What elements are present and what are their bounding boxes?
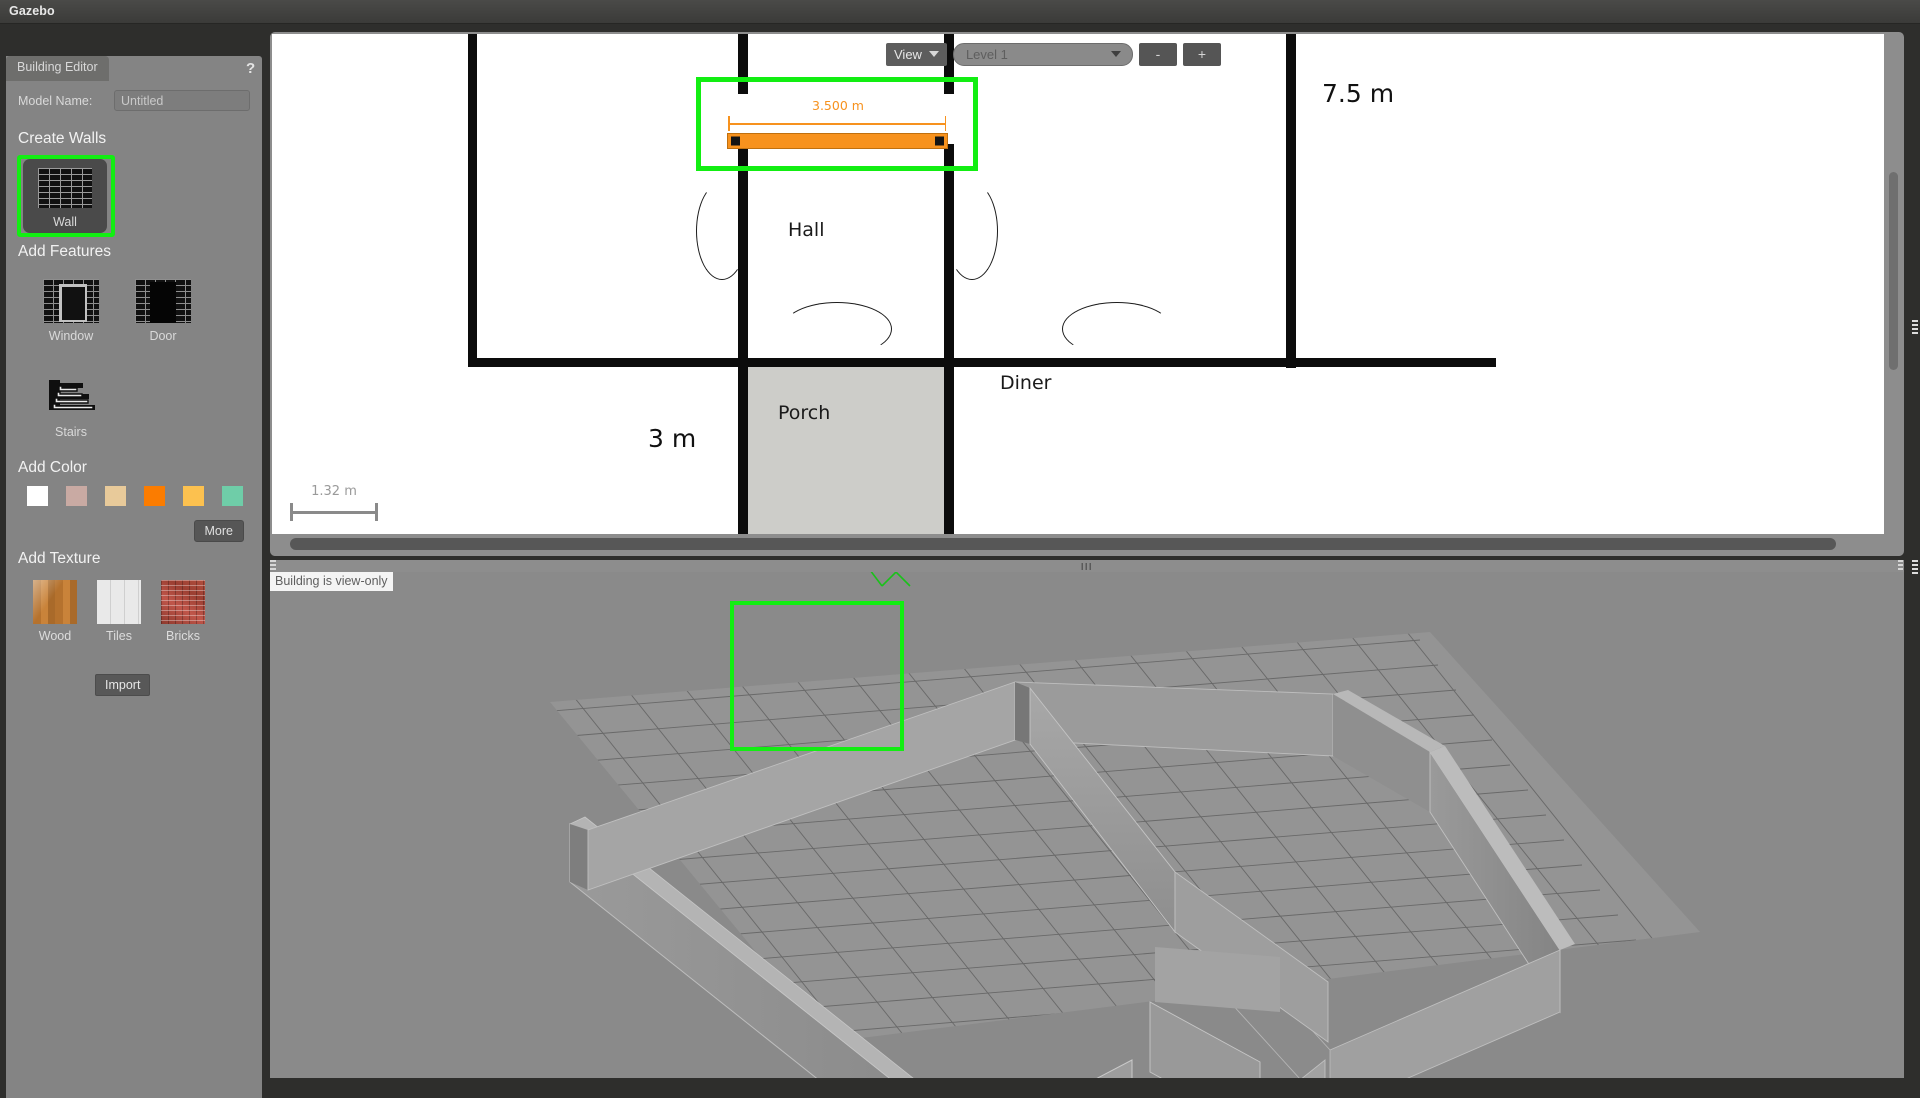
wall-segment[interactable] — [1286, 34, 1296, 368]
brick-wall-icon — [38, 168, 92, 208]
section-title-add-features: Add Features — [18, 243, 112, 260]
view-splitter-handle[interactable] — [270, 560, 1904, 574]
dimension-label-width: 3 m — [648, 424, 697, 453]
feature-door-button[interactable]: Door — [120, 279, 206, 355]
feature-window-label: Window — [48, 329, 94, 343]
stairs-icon — [43, 375, 99, 419]
scale-bar: 1.32 m — [290, 484, 378, 524]
help-icon[interactable]: ? — [246, 60, 255, 77]
color-swatch-amber[interactable] — [183, 486, 204, 506]
selected-wall-segment[interactable] — [727, 133, 948, 149]
more-colors-row: More — [6, 520, 262, 544]
scrollbar-thumb[interactable] — [1889, 172, 1898, 370]
stairs-icon-svg — [49, 380, 95, 410]
features-grid: Window Door Stairs — [6, 267, 262, 459]
room-label-diner: Diner — [1000, 372, 1052, 394]
left-panel: Building Editor ? Model Name: Create Wal… — [0, 24, 268, 1098]
view-menu-label: View — [894, 46, 922, 62]
view-menu-button[interactable]: View — [886, 42, 947, 66]
tab-building-editor[interactable]: Building Editor — [6, 56, 109, 81]
panel-content: Model Name: Create Walls Wall Add Featur… — [6, 79, 262, 700]
scrollbar-thumb[interactable] — [290, 538, 1836, 550]
floorplan-2d-view[interactable]: Hall Porch Diner 7.5 m 3 m 3.500 m 1.32 … — [270, 32, 1904, 556]
section-title-add-texture: Add Texture — [18, 550, 101, 567]
door-swing-arc — [696, 182, 748, 280]
level-decrement-button[interactable]: - — [1138, 42, 1177, 66]
color-swatch-teal[interactable] — [222, 486, 243, 506]
status-badge: Building is view-only — [270, 572, 393, 591]
wall-tool-selection-highlight: Wall — [17, 155, 115, 237]
building-3d-render[interactable] — [270, 572, 1904, 1078]
window-resize-grip[interactable] — [1912, 560, 1918, 574]
floorplan-vertical-scrollbar[interactable] — [1887, 36, 1901, 552]
floorplan-toolbar: View Level 1 - + — [886, 42, 1221, 66]
wood-texture-icon — [33, 580, 77, 624]
feature-window-button[interactable]: Window — [28, 279, 114, 355]
import-row: Import — [6, 674, 262, 700]
level-select-value: Level 1 — [965, 46, 1008, 62]
wall-tool-button[interactable]: Wall — [23, 159, 107, 233]
wall-segment[interactable] — [468, 34, 477, 364]
color-swatch-row — [27, 486, 262, 508]
door-swing-arc — [782, 302, 892, 356]
splitter-grip-center — [1081, 563, 1093, 570]
level-select-dropdown[interactable]: Level 1 — [952, 42, 1133, 66]
color-swatch-orange[interactable] — [144, 486, 165, 506]
dimension-label-height: 7.5 m — [1322, 79, 1395, 108]
scene-3d-view[interactable]: Building is view-only — [270, 572, 1904, 1078]
wall-endpoint-handle-start[interactable] — [731, 136, 740, 146]
selected-wall-dimension-line — [728, 116, 946, 131]
axis-indicator-icon — [870, 572, 911, 587]
window-titlebar: Gazebo — [0, 0, 1920, 24]
tiles-texture-icon — [97, 580, 141, 624]
import-texture-button[interactable]: Import — [95, 674, 151, 696]
color-swatch-white[interactable] — [27, 486, 48, 506]
level-increment-button[interactable]: + — [1182, 42, 1221, 66]
color-swatch-rose[interactable] — [66, 486, 87, 506]
more-colors-button[interactable]: More — [193, 520, 244, 542]
room-label-hall: Hall — [788, 219, 825, 241]
bricks-texture-icon — [161, 580, 205, 624]
model-name-label: Model Name: — [18, 94, 93, 108]
selected-wall-length-label: 3.500 m — [812, 98, 864, 113]
feature-stairs-button[interactable]: Stairs — [28, 375, 114, 451]
wall-selection-box-3d — [730, 601, 904, 751]
door-icon — [135, 279, 191, 323]
floorplan-canvas[interactable]: Hall Porch Diner 7.5 m 3 m 3.500 m 1.32 … — [272, 34, 1884, 554]
room-fill-porch — [748, 367, 944, 554]
editor-area: Hall Porch Diner 7.5 m 3 m 3.500 m 1.32 … — [268, 24, 1920, 1080]
scale-bar-label: 1.32 m — [311, 484, 357, 499]
model-name-input[interactable] — [114, 90, 250, 111]
door-swing-arc — [1062, 302, 1172, 356]
window-resize-grip[interactable] — [1912, 320, 1918, 334]
floorplan-horizontal-scrollbar[interactable] — [272, 534, 1902, 556]
window-title: Gazebo — [9, 4, 55, 18]
feature-stairs-label: Stairs — [55, 425, 87, 439]
feature-door-label: Door — [149, 329, 177, 343]
color-swatch-tan[interactable] — [105, 486, 126, 506]
chevron-down-icon — [1110, 51, 1121, 57]
door-swing-arc — [946, 182, 998, 280]
wall-tool-label: Wall — [53, 215, 77, 229]
texture-bricks-button[interactable]: Bricks — [142, 580, 224, 656]
texture-bricks-label: Bricks — [165, 629, 201, 643]
model-name-row: Model Name: — [6, 90, 262, 116]
texture-row: Wood Tiles Bricks — [6, 580, 262, 656]
section-title-create-walls: Create Walls — [18, 130, 107, 147]
chevron-down-icon — [928, 51, 939, 57]
wall-segment[interactable] — [468, 358, 1496, 367]
window-icon — [43, 279, 99, 323]
room-label-porch: Porch — [778, 402, 831, 424]
section-title-add-color: Add Color — [18, 459, 87, 476]
wall-endpoint-handle-end[interactable] — [935, 136, 944, 146]
panel-tabstrip: Building Editor — [6, 56, 262, 81]
